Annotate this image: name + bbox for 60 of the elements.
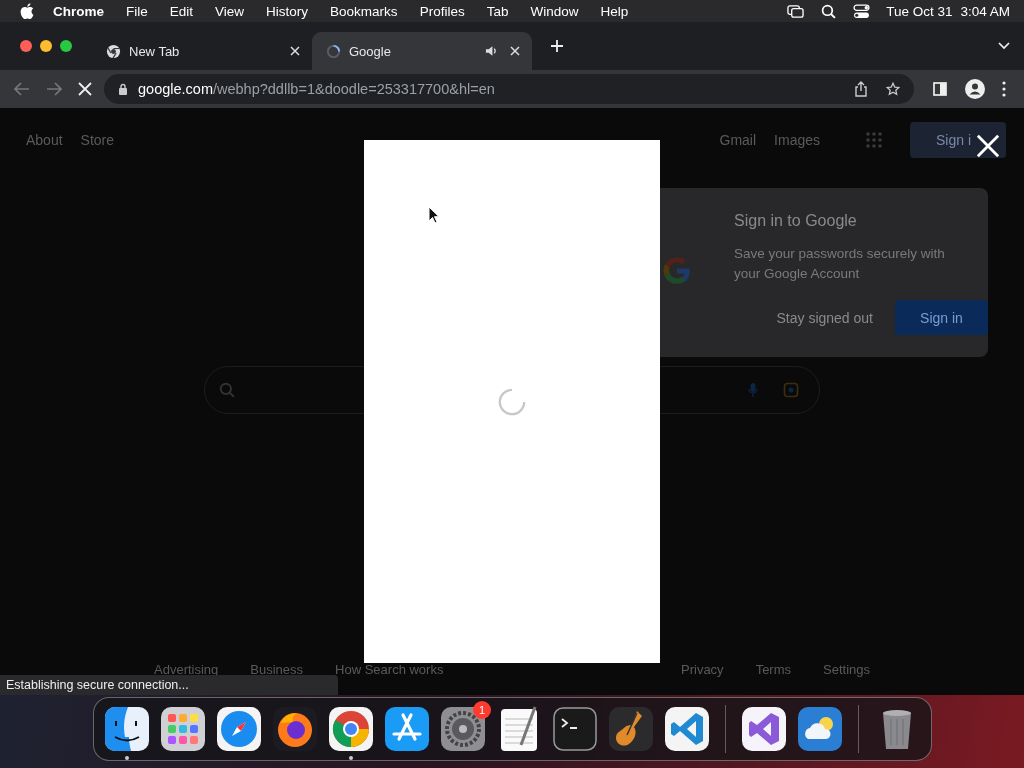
loading-spinner-icon bbox=[326, 43, 341, 59]
minimize-window-button[interactable] bbox=[40, 40, 52, 52]
share-icon[interactable] bbox=[854, 81, 868, 97]
close-tab-icon[interactable] bbox=[290, 46, 300, 56]
garageband-app-icon[interactable] bbox=[607, 705, 655, 753]
notification-badge: 1 bbox=[473, 701, 491, 719]
zoom-window-button[interactable] bbox=[60, 40, 72, 52]
sign-in-button[interactable]: Sign i bbox=[910, 122, 1006, 158]
menu-item[interactable]: Help bbox=[600, 3, 629, 19]
search-icon[interactable] bbox=[820, 3, 838, 19]
mouse-pointer-icon bbox=[428, 206, 440, 224]
chrome-app-icon[interactable] bbox=[327, 705, 375, 753]
visualstudio-app-icon[interactable] bbox=[740, 705, 788, 753]
bookmark-star-icon[interactable] bbox=[886, 81, 900, 97]
menu-item[interactable]: Window bbox=[530, 3, 579, 19]
menu-item[interactable]: Edit bbox=[169, 3, 194, 19]
menu-item[interactable]: Bookmarks bbox=[330, 3, 398, 19]
control-center-icon[interactable] bbox=[853, 3, 871, 19]
finder-app-icon[interactable] bbox=[103, 705, 151, 753]
card-text: Save your passwords securely with your Google Account bbox=[734, 245, 946, 283]
stop-loading-icon[interactable] bbox=[78, 82, 92, 96]
speaker-icon[interactable] bbox=[485, 45, 498, 57]
menu-bar-time[interactable]: 3:04 AM bbox=[960, 3, 1010, 19]
firefox-app-icon[interactable] bbox=[271, 705, 319, 753]
close-icon[interactable] bbox=[976, 134, 1000, 158]
appstore-app-icon[interactable] bbox=[383, 705, 431, 753]
menu-item[interactable]: Tab bbox=[486, 3, 509, 19]
vscode-app-icon[interactable] bbox=[663, 705, 711, 753]
search-icon bbox=[219, 382, 235, 398]
side-panel-icon[interactable] bbox=[932, 82, 948, 96]
safari-app-icon[interactable] bbox=[215, 705, 263, 753]
menu-item[interactable]: Profiles bbox=[419, 3, 465, 19]
browser-tab[interactable]: New Tab bbox=[92, 32, 312, 70]
status-text: Establishing secure connection... bbox=[6, 678, 189, 692]
apple-logo-icon[interactable] bbox=[20, 3, 34, 19]
launchpad-app-icon[interactable] bbox=[159, 705, 207, 753]
menu-item[interactable]: History bbox=[266, 3, 309, 19]
menu-item[interactable]: View bbox=[215, 3, 245, 19]
menu-item[interactable]: File bbox=[126, 3, 148, 19]
new-tab-icon[interactable] bbox=[550, 39, 564, 53]
settings-app-icon[interactable] bbox=[439, 705, 487, 753]
address-bar[interactable]: google.com/webhp?ddllb=1&doodle=253317700&hl=en bbox=[104, 74, 914, 104]
forward-arrow-icon[interactable] bbox=[46, 82, 62, 96]
tab-search-chevron-icon[interactable] bbox=[998, 42, 1010, 50]
close-tab-icon[interactable] bbox=[510, 46, 520, 56]
back-arrow-icon[interactable] bbox=[14, 82, 30, 96]
screen-mirroring-icon[interactable] bbox=[787, 3, 805, 19]
weather-app-icon[interactable] bbox=[796, 705, 844, 753]
profile-icon[interactable] bbox=[965, 79, 985, 99]
chrome-logo-icon bbox=[106, 43, 121, 59]
lock-icon[interactable] bbox=[118, 83, 128, 95]
terminal-app-icon[interactable] bbox=[551, 705, 599, 753]
more-menu-icon[interactable] bbox=[1002, 81, 1006, 97]
browser-tab[interactable]: Google bbox=[312, 32, 532, 70]
close-window-button[interactable] bbox=[20, 40, 32, 52]
card-title: Sign in to Google bbox=[734, 212, 858, 230]
stay-signed-out-button[interactable]: Stay signed out bbox=[768, 309, 881, 326]
app-menu[interactable]: Chrome bbox=[53, 3, 104, 19]
sign-in-button[interactable]: Sign in bbox=[895, 300, 988, 335]
menu-bar-date[interactable]: Tue Oct 31 bbox=[886, 3, 953, 19]
